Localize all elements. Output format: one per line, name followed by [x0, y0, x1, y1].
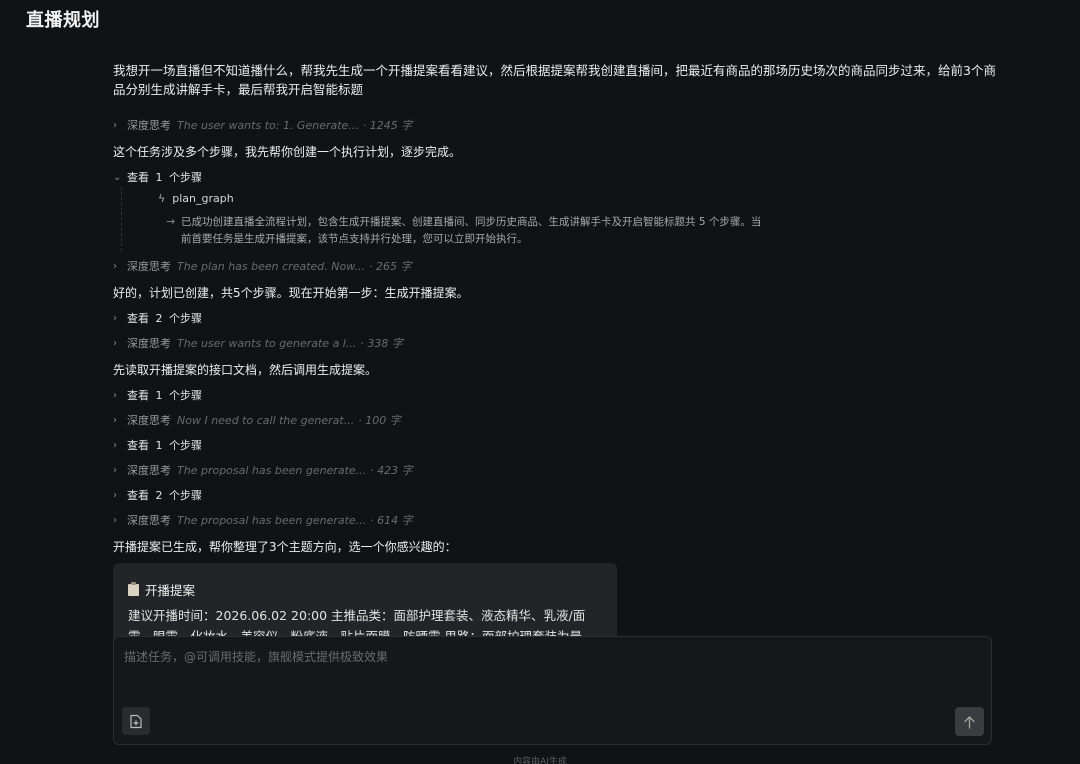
steps-label: 查看 2 个步骤	[127, 312, 202, 325]
thinking-count: · 1245 字	[362, 119, 413, 132]
thinking-count: · 265 字	[369, 260, 412, 273]
thinking-label: 深度思考	[127, 414, 171, 427]
ai-disclaimer: 内容由AI生成	[513, 757, 567, 764]
chevron-right-icon: ›	[113, 312, 117, 324]
assistant-message: 开播提案已生成，帮你整理了3个主题方向，选一个你感兴趣的：	[113, 540, 457, 554]
chevron-right-icon: ›	[113, 464, 117, 476]
composer	[113, 636, 992, 745]
steps-label: 查看 1 个步骤	[127, 171, 202, 184]
proposal-title-text: 开播提案	[145, 583, 196, 598]
clipboard-icon	[128, 581, 139, 596]
thinking-count: · 338 字	[360, 337, 403, 350]
chevron-right-icon: ›	[113, 389, 117, 401]
lightning-icon: ϟ	[158, 192, 166, 205]
send-button[interactable]	[955, 707, 984, 736]
thinking-label: 深度思考	[127, 260, 171, 273]
chevron-right-icon: ›	[113, 414, 117, 426]
thinking-snippet: The user wants to generate a l...	[177, 336, 357, 350]
thinking-toggle[interactable]: › 深度思考 The proposal has been generate...…	[113, 512, 413, 528]
thinking-snippet: The proposal has been generate...	[177, 513, 367, 527]
steps-toggle[interactable]: › 查看 2 个步骤	[113, 487, 202, 503]
arrow-up-icon	[964, 715, 975, 729]
chevron-right-icon: ›	[113, 439, 117, 451]
steps-label: 查看 1 个步骤	[127, 389, 202, 402]
user-message: 我想开一场直播但不知道播什么，帮我先生成一个开播提案看看建议，然后根据提案帮我创…	[113, 63, 996, 97]
tool-result-text: 已成功创建直播全流程计划，包含生成开播提案、创建直播间、同步历史商品、生成讲解手…	[181, 216, 762, 245]
chevron-right-icon: ›	[113, 337, 117, 349]
thinking-toggle[interactable]: › 深度思考 The user wants to generate a l...…	[113, 335, 403, 351]
thinking-snippet: The user wants to: 1. Generate...	[177, 118, 359, 132]
thinking-toggle[interactable]: › 深度思考 The plan has been created. Now...…	[113, 258, 412, 274]
thinking-count: · 423 字	[370, 464, 413, 477]
chevron-right-icon: ›	[113, 489, 117, 501]
thinking-label: 深度思考	[127, 464, 171, 477]
assistant-message: 先读取开播提案的接口文档，然后调用生成提案。	[113, 363, 378, 377]
tool-call-name[interactable]: ϟ plan_graph	[158, 192, 234, 205]
thinking-snippet: The proposal has been generate...	[177, 463, 367, 477]
chevron-down-icon: ⌄	[113, 171, 122, 183]
assistant-message: 好的，计划已创建，共5个步骤。现在开始第一步：生成开播提案。	[113, 286, 469, 300]
arrow-right-icon: →	[166, 215, 176, 228]
chevron-right-icon: ›	[113, 119, 117, 131]
chevron-right-icon: ›	[113, 260, 117, 272]
steps-toggle[interactable]: › 查看 2 个步骤	[113, 310, 202, 326]
thinking-snippet: The plan has been created. Now...	[177, 259, 366, 273]
steps-toggle[interactable]: ⌄ 查看 1 个步骤	[113, 169, 202, 185]
thinking-label: 深度思考	[127, 119, 171, 132]
thinking-snippet: Now I need to call the generat...	[177, 413, 355, 427]
task-input[interactable]	[122, 645, 976, 669]
chevron-right-icon: ›	[113, 514, 117, 526]
thinking-count: · 100 字	[358, 414, 401, 427]
app-root: 直播规划 我想开一场直播但不知道播什么，帮我先生成一个开播提案看看建议，然后根据…	[0, 0, 1080, 764]
attach-file-button[interactable]	[122, 707, 150, 735]
thinking-toggle[interactable]: › 深度思考 The proposal has been generate...…	[113, 462, 413, 478]
thinking-label: 深度思考	[127, 337, 171, 350]
thinking-toggle[interactable]: › 深度思考 Now I need to call the generat...…	[113, 412, 401, 428]
thinking-label: 深度思考	[127, 514, 171, 527]
page-title: 直播规划	[26, 10, 100, 31]
thinking-toggle[interactable]: › 深度思考 The user wants to: 1. Generate...…	[113, 117, 412, 133]
steps-label: 查看 2 个步骤	[127, 489, 202, 502]
tool-name-label: plan_graph	[172, 192, 234, 205]
proposal-card-title: 开播提案	[128, 580, 195, 599]
thinking-count: · 614 字	[370, 514, 413, 527]
steps-toggle[interactable]: › 查看 1 个步骤	[113, 387, 202, 403]
assistant-message: 这个任务涉及多个步骤，我先帮你创建一个执行计划，逐步完成。	[113, 145, 462, 159]
steps-label: 查看 1 个步骤	[127, 439, 202, 452]
tool-call-block: ϟ plan_graph → 已成功创建直播全流程计划，包含生成开播提案、创建直…	[121, 187, 782, 251]
file-add-icon	[130, 714, 142, 728]
steps-toggle[interactable]: › 查看 1 个步骤	[113, 437, 202, 453]
